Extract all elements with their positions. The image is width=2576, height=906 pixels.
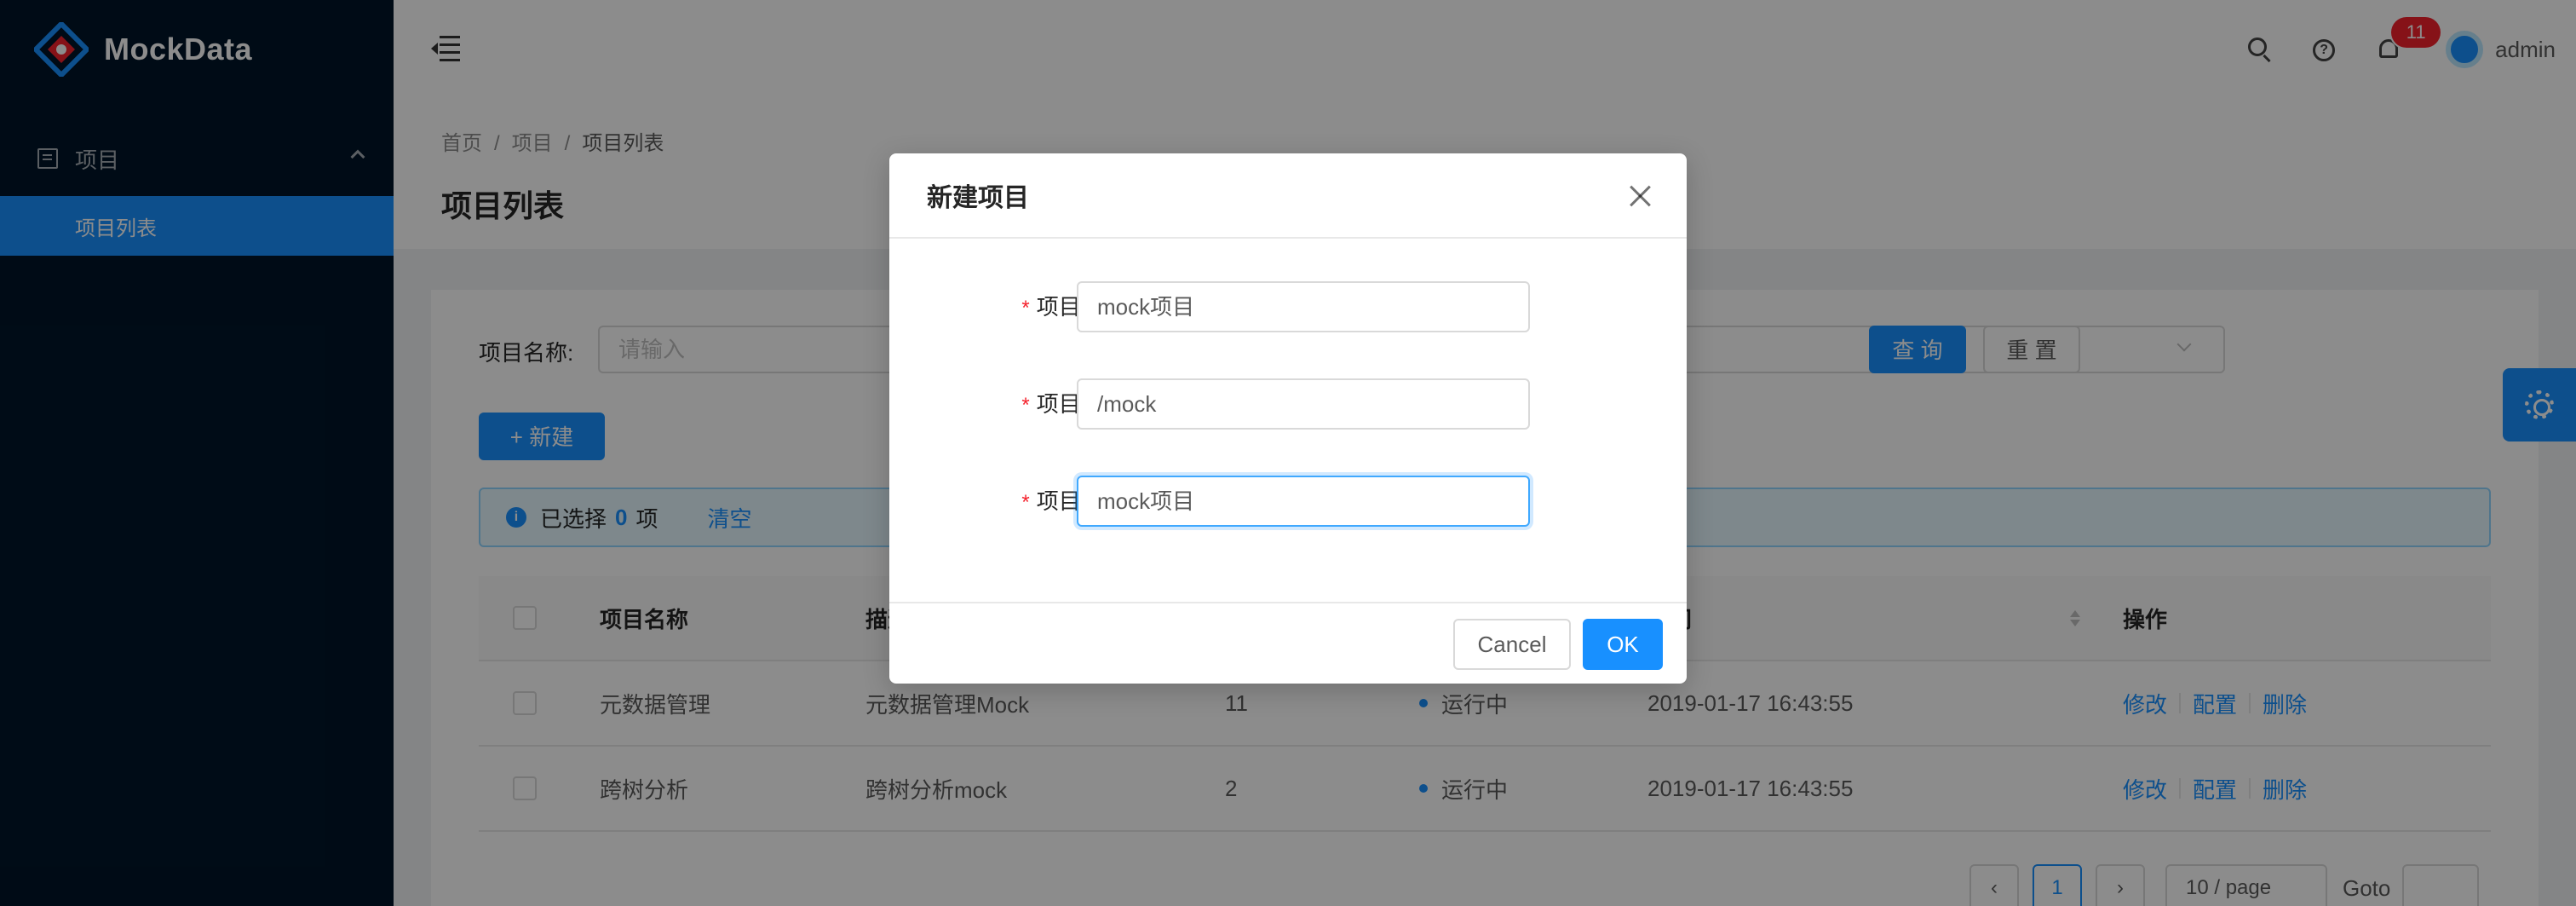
- form-item-project-dir: *项目目录: /mock: [889, 378, 1687, 430]
- form-item-project-name: *项目名称: mock项目: [889, 281, 1687, 332]
- modal-title: 新建项目: [927, 184, 1029, 212]
- project-name-input[interactable]: mock项目: [1077, 281, 1530, 332]
- project-dir-input[interactable]: /mock: [1077, 378, 1530, 430]
- new-project-modal: 新建项目 *项目名称: mock项目 *项目目录: /mock *项目描述: m…: [889, 153, 1687, 684]
- modal-header: 新建项目: [889, 153, 1687, 239]
- form-item-project-desc: *项目描述: mock项目: [889, 476, 1687, 527]
- modal-footer: Cancel OK: [889, 602, 1687, 684]
- close-icon[interactable]: [1625, 181, 1656, 211]
- cancel-button[interactable]: Cancel: [1453, 619, 1571, 670]
- project-desc-input[interactable]: mock项目: [1077, 476, 1530, 527]
- ok-button[interactable]: OK: [1583, 619, 1663, 670]
